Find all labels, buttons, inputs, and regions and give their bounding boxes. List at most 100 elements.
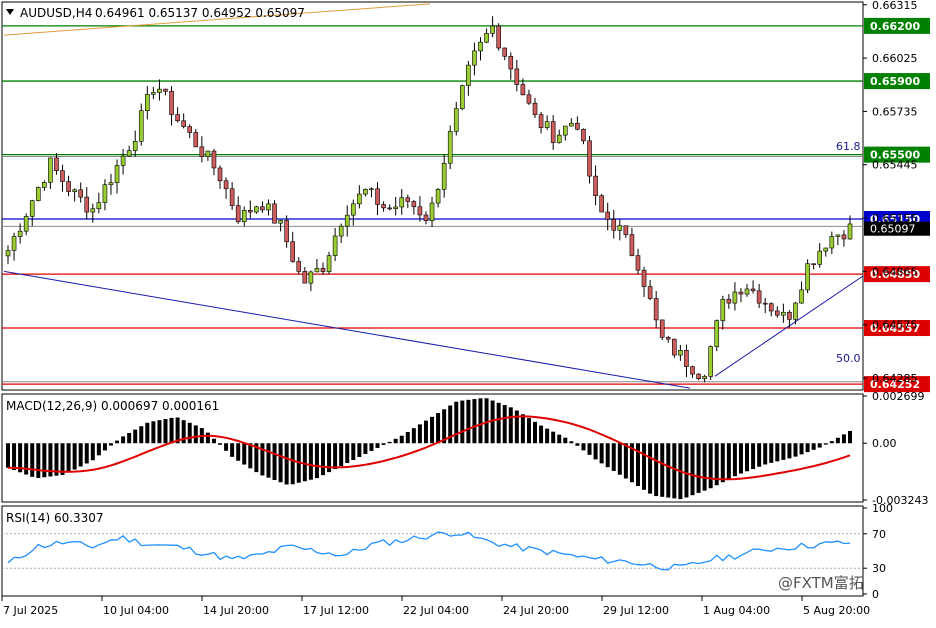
candle-body[interactable] xyxy=(96,202,102,210)
candle-body[interactable] xyxy=(847,223,853,240)
candle-body[interactable] xyxy=(490,25,495,34)
candle-body[interactable] xyxy=(229,188,235,206)
candle-body[interactable] xyxy=(696,373,701,379)
candle-body[interactable] xyxy=(732,291,738,304)
candle-body[interactable] xyxy=(381,204,386,209)
main-pane[interactable] xyxy=(1,1,864,391)
candle-body[interactable] xyxy=(72,189,77,192)
candle-body[interactable] xyxy=(66,181,71,192)
candle-body[interactable] xyxy=(538,114,544,128)
candle-body[interactable] xyxy=(587,140,592,177)
candle-body[interactable] xyxy=(775,310,780,316)
candle-body[interactable] xyxy=(466,64,471,86)
candle-body[interactable] xyxy=(284,220,289,243)
price-chart[interactable]: 0.662000.659000.655000.651500.648500.645… xyxy=(0,0,936,624)
candle-body[interactable] xyxy=(441,162,447,190)
candle-body[interactable] xyxy=(690,366,695,375)
candle-body[interactable] xyxy=(102,184,108,203)
candle-body[interactable] xyxy=(623,225,629,235)
candle-body[interactable] xyxy=(823,247,829,252)
candle-body[interactable] xyxy=(641,269,647,287)
candle-body[interactable] xyxy=(805,263,810,291)
candle-body[interactable] xyxy=(562,125,568,136)
candle-body[interactable] xyxy=(290,241,296,262)
candle-body[interactable] xyxy=(17,230,23,237)
candle-body[interactable] xyxy=(744,288,750,295)
candle-body[interactable] xyxy=(756,290,762,304)
candle-body[interactable] xyxy=(163,88,168,92)
candle-body[interactable] xyxy=(114,165,120,183)
candle-body[interactable] xyxy=(629,234,635,256)
candle-body[interactable] xyxy=(108,182,114,186)
candle-body[interactable] xyxy=(260,206,265,211)
candle-body[interactable] xyxy=(659,319,665,338)
candle-body[interactable] xyxy=(29,200,35,217)
candle-body[interactable] xyxy=(175,114,180,122)
candle-body[interactable] xyxy=(472,50,477,66)
candle-body[interactable] xyxy=(417,206,423,216)
candle-body[interactable] xyxy=(429,202,435,221)
candle-body[interactable] xyxy=(502,47,508,57)
candle-body[interactable] xyxy=(296,261,302,272)
candle-body[interactable] xyxy=(138,110,144,142)
candle-body[interactable] xyxy=(241,210,247,223)
candle-body[interactable] xyxy=(762,302,768,305)
candle-body[interactable] xyxy=(720,298,726,321)
candle-body[interactable] xyxy=(702,376,707,379)
candle-body[interactable] xyxy=(235,205,241,223)
candle-body[interactable] xyxy=(593,175,598,196)
candle-body[interactable] xyxy=(399,197,405,208)
candle-body[interactable] xyxy=(435,189,441,204)
candle-body[interactable] xyxy=(550,121,556,143)
candle-body[interactable] xyxy=(405,197,411,202)
candle-body[interactable] xyxy=(84,196,90,213)
candle-body[interactable] xyxy=(726,298,732,304)
candle-body[interactable] xyxy=(526,94,532,104)
candle-body[interactable] xyxy=(460,85,465,109)
candle-body[interactable] xyxy=(653,298,659,321)
candle-body[interactable] xyxy=(54,157,59,171)
candle-body[interactable] xyxy=(665,337,671,340)
candle-body[interactable] xyxy=(193,132,199,148)
candle-body[interactable] xyxy=(375,188,380,205)
candle-body[interactable] xyxy=(484,33,489,43)
candle-body[interactable] xyxy=(60,170,65,182)
candle-body[interactable] xyxy=(617,225,623,231)
candle-body[interactable] xyxy=(453,108,459,132)
candle-body[interactable] xyxy=(357,193,362,205)
candle-body[interactable] xyxy=(181,120,186,127)
candle-body[interactable] xyxy=(544,121,550,128)
candle-body[interactable] xyxy=(678,350,683,356)
candle-body[interactable] xyxy=(223,180,229,190)
candle-body[interactable] xyxy=(338,225,344,237)
candle-body[interactable] xyxy=(320,268,326,272)
candle-body[interactable] xyxy=(5,250,11,257)
candle-body[interactable] xyxy=(569,122,574,127)
candle-body[interactable] xyxy=(556,134,562,143)
candle-body[interactable] xyxy=(787,311,792,320)
candle-body[interactable] xyxy=(496,25,501,49)
candle-body[interactable] xyxy=(708,346,713,377)
candle-body[interactable] xyxy=(350,203,356,216)
candle-body[interactable] xyxy=(738,291,744,295)
candle-body[interactable] xyxy=(387,207,392,210)
candle-body[interactable] xyxy=(90,208,96,213)
candle-body[interactable] xyxy=(750,288,756,292)
candle-body[interactable] xyxy=(363,189,368,195)
candle-body[interactable] xyxy=(23,216,29,232)
candle-body[interactable] xyxy=(326,255,332,272)
candle-body[interactable] xyxy=(254,206,259,213)
candle-body[interactable] xyxy=(635,255,641,271)
candle-body[interactable] xyxy=(35,187,41,201)
candle-body[interactable] xyxy=(187,126,193,133)
candle-body[interactable] xyxy=(532,102,538,115)
candle-body[interactable] xyxy=(829,236,835,249)
candle-body[interactable] xyxy=(11,236,17,251)
candle-body[interactable] xyxy=(199,146,205,157)
candle-body[interactable] xyxy=(811,263,816,265)
candle-body[interactable] xyxy=(835,234,841,237)
candle-body[interactable] xyxy=(120,155,126,166)
candle-body[interactable] xyxy=(817,250,823,265)
candle-body[interactable] xyxy=(768,303,774,312)
candle-body[interactable] xyxy=(423,214,429,221)
